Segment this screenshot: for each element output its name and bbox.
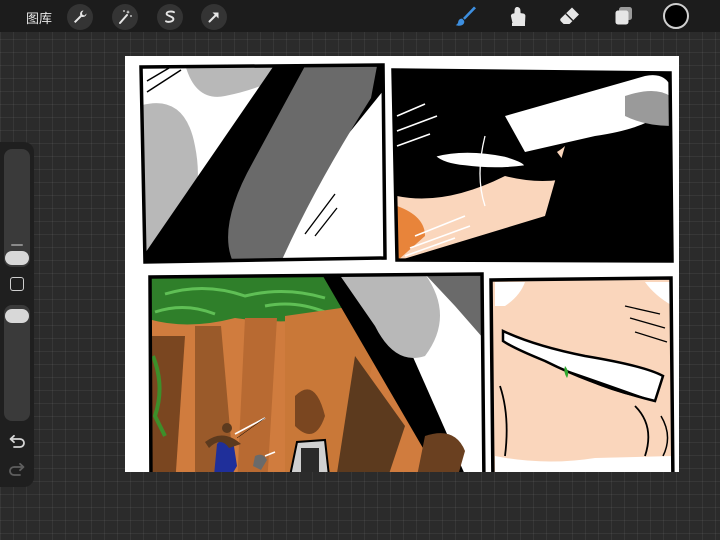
- comic-panel-4: [489, 276, 675, 472]
- gallery-button[interactable]: 图库: [26, 8, 52, 27]
- comic-panel-3: [148, 272, 486, 472]
- undo-icon[interactable]: [8, 434, 26, 450]
- layers-button[interactable]: [610, 3, 636, 29]
- slider-tick: [11, 244, 23, 246]
- transform-arrow-icon: [208, 12, 219, 23]
- comic-artwork: [139, 63, 675, 472]
- wrench-icon: [74, 10, 87, 23]
- actions-button[interactable]: [67, 4, 93, 30]
- adjustments-button[interactable]: [112, 4, 138, 30]
- drawing-canvas[interactable]: [125, 56, 679, 472]
- opacity-slider[interactable]: [4, 305, 30, 421]
- eraser-tool-button[interactable]: [557, 3, 583, 29]
- top-toolbar: 图库: [0, 0, 720, 32]
- transform-button[interactable]: [201, 4, 227, 30]
- brush-tool-button[interactable]: [452, 3, 478, 29]
- comic-panel-1: [139, 63, 387, 264]
- redo-icon[interactable]: [8, 462, 26, 478]
- smudge-icon: [510, 7, 526, 26]
- selection-button[interactable]: [157, 4, 183, 30]
- brush-size-thumb[interactable]: [5, 251, 29, 265]
- smudge-tool-button[interactable]: [505, 3, 531, 29]
- opacity-thumb[interactable]: [5, 309, 29, 323]
- brush-icon: [455, 6, 476, 26]
- comic-panel-2: [391, 68, 674, 263]
- brush-size-slider[interactable]: [4, 149, 30, 267]
- layers-icon: [615, 7, 632, 25]
- modify-square-icon[interactable]: [10, 277, 24, 291]
- color-swatch-button[interactable]: [663, 3, 689, 29]
- left-sidebar: [0, 142, 34, 487]
- magic-wand-icon: [119, 10, 132, 24]
- selection-s-icon: [165, 10, 175, 23]
- eraser-icon: [560, 7, 579, 24]
